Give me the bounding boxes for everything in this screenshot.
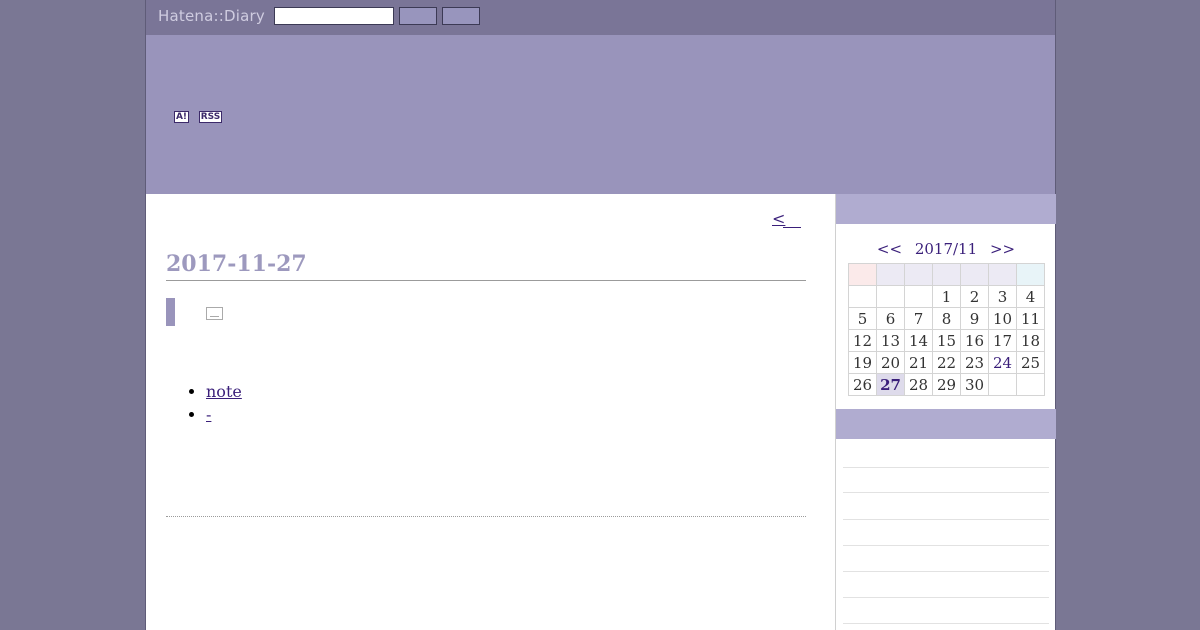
calendar-day bbox=[904, 285, 933, 308]
rss-badge[interactable]: RSS bbox=[199, 111, 222, 123]
calendar-section-header bbox=[836, 194, 1056, 224]
calendar-week: 12 13 14 15 16 17 18 bbox=[848, 329, 1045, 352]
calendar-day: 8 bbox=[932, 307, 961, 330]
calendar-header-row bbox=[848, 263, 1045, 286]
calendar-day bbox=[848, 285, 877, 308]
search-button[interactable] bbox=[399, 7, 437, 25]
calendar-day: 9 bbox=[960, 307, 989, 330]
weekday-thu bbox=[960, 263, 989, 286]
calendar-day: 14 bbox=[904, 329, 933, 352]
calendar-day: 12 bbox=[848, 329, 877, 352]
entry-divider bbox=[166, 516, 806, 517]
calendar-day: 23 bbox=[960, 351, 989, 374]
antenna-badge[interactable]: A! bbox=[174, 111, 189, 123]
calendar-day: 25 bbox=[1016, 351, 1045, 374]
entry-link-list: note - bbox=[206, 382, 242, 428]
calendar-month[interactable]: 2017/11 bbox=[915, 240, 977, 258]
calendar-day: 5 bbox=[848, 307, 877, 330]
sidebar-divider bbox=[843, 467, 1049, 468]
calendar-day: 13 bbox=[876, 329, 905, 352]
weekday-mon bbox=[876, 263, 905, 286]
calendar-day: 29 bbox=[932, 373, 961, 396]
calendar-day: 1 bbox=[932, 285, 961, 308]
calendar-day: 11 bbox=[1016, 307, 1045, 330]
calendar-day bbox=[988, 373, 1017, 396]
calendar-day-link[interactable]: 24 bbox=[988, 351, 1017, 374]
calendar-day-today[interactable]: 27 bbox=[876, 373, 905, 396]
hatena-diary-logo[interactable]: Hatena::Diary bbox=[158, 7, 265, 25]
calendar-nav: << 2017/11 >> bbox=[836, 240, 1056, 258]
sidebar: << 2017/11 >> 1 2 3 4 5 6 7 8 9 10 11 12… bbox=[835, 194, 1056, 630]
sidebar-divider bbox=[843, 571, 1049, 572]
login-button[interactable] bbox=[442, 7, 480, 25]
calendar-day: 6 bbox=[876, 307, 905, 330]
sidebar-divider bbox=[843, 492, 1049, 493]
calendar-day: 28 bbox=[904, 373, 933, 396]
weekday-tue bbox=[904, 263, 933, 286]
page-container: Hatena::Diary A! RSS < 2017-11-27 note -… bbox=[145, 0, 1056, 630]
broken-image-icon bbox=[206, 307, 223, 320]
calendar-day: 3 bbox=[988, 285, 1017, 308]
weekday-sun bbox=[848, 263, 877, 286]
main-content: < 2017-11-27 note - bbox=[146, 194, 835, 630]
calendar-table: 1 2 3 4 5 6 7 8 9 10 11 12 13 14 15 16 1… bbox=[848, 263, 1045, 396]
next-month-link[interactable]: >> bbox=[990, 240, 1015, 258]
calendar-day: 22 bbox=[932, 351, 961, 374]
calendar-day: 15 bbox=[932, 329, 961, 352]
weekday-sat bbox=[1016, 263, 1045, 286]
calendar-day: 4 bbox=[1016, 285, 1045, 308]
sidebar-divider bbox=[843, 597, 1049, 598]
calendar-week: 19 20 21 22 23 24 25 bbox=[848, 351, 1045, 374]
diary-header: A! RSS bbox=[146, 35, 1055, 194]
sidebar-divider bbox=[843, 519, 1049, 520]
note-link[interactable]: note bbox=[206, 382, 242, 401]
top-bar: Hatena::Diary bbox=[146, 0, 1055, 35]
calendar-day: 20 bbox=[876, 351, 905, 374]
calendar-day: 26 bbox=[848, 373, 877, 396]
calendar-day: 18 bbox=[1016, 329, 1045, 352]
list-item: - bbox=[206, 405, 242, 424]
calendar-week: 1 2 3 4 bbox=[848, 285, 1045, 308]
calendar-day: 16 bbox=[960, 329, 989, 352]
calendar-day: 10 bbox=[988, 307, 1017, 330]
weekday-fri bbox=[988, 263, 1017, 286]
calendar-day: 2 bbox=[960, 285, 989, 308]
section-marker bbox=[166, 298, 175, 326]
sidebar-divider bbox=[843, 623, 1049, 624]
dash-link[interactable]: - bbox=[206, 405, 211, 424]
calendar-week: 5 6 7 8 9 10 11 bbox=[848, 307, 1045, 330]
calendar-day: 30 bbox=[960, 373, 989, 396]
calendar-day: 19 bbox=[848, 351, 877, 374]
search-input[interactable] bbox=[274, 7, 394, 25]
calendar-week: 26 27 28 29 30 bbox=[848, 373, 1045, 396]
calendar-day: 17 bbox=[988, 329, 1017, 352]
sidebar-divider bbox=[843, 545, 1049, 546]
calendar-day bbox=[1016, 373, 1045, 396]
calendar-day: 21 bbox=[904, 351, 933, 374]
prev-link-underline bbox=[783, 209, 801, 228]
calendar-day bbox=[876, 285, 905, 308]
prev-month-link[interactable]: << bbox=[877, 240, 902, 258]
weekday-wed bbox=[932, 263, 961, 286]
sidebar-section-header bbox=[836, 409, 1056, 439]
entry-date-title[interactable]: 2017-11-27 bbox=[166, 251, 806, 281]
calendar-day: 7 bbox=[904, 307, 933, 330]
list-item: note bbox=[206, 382, 242, 401]
